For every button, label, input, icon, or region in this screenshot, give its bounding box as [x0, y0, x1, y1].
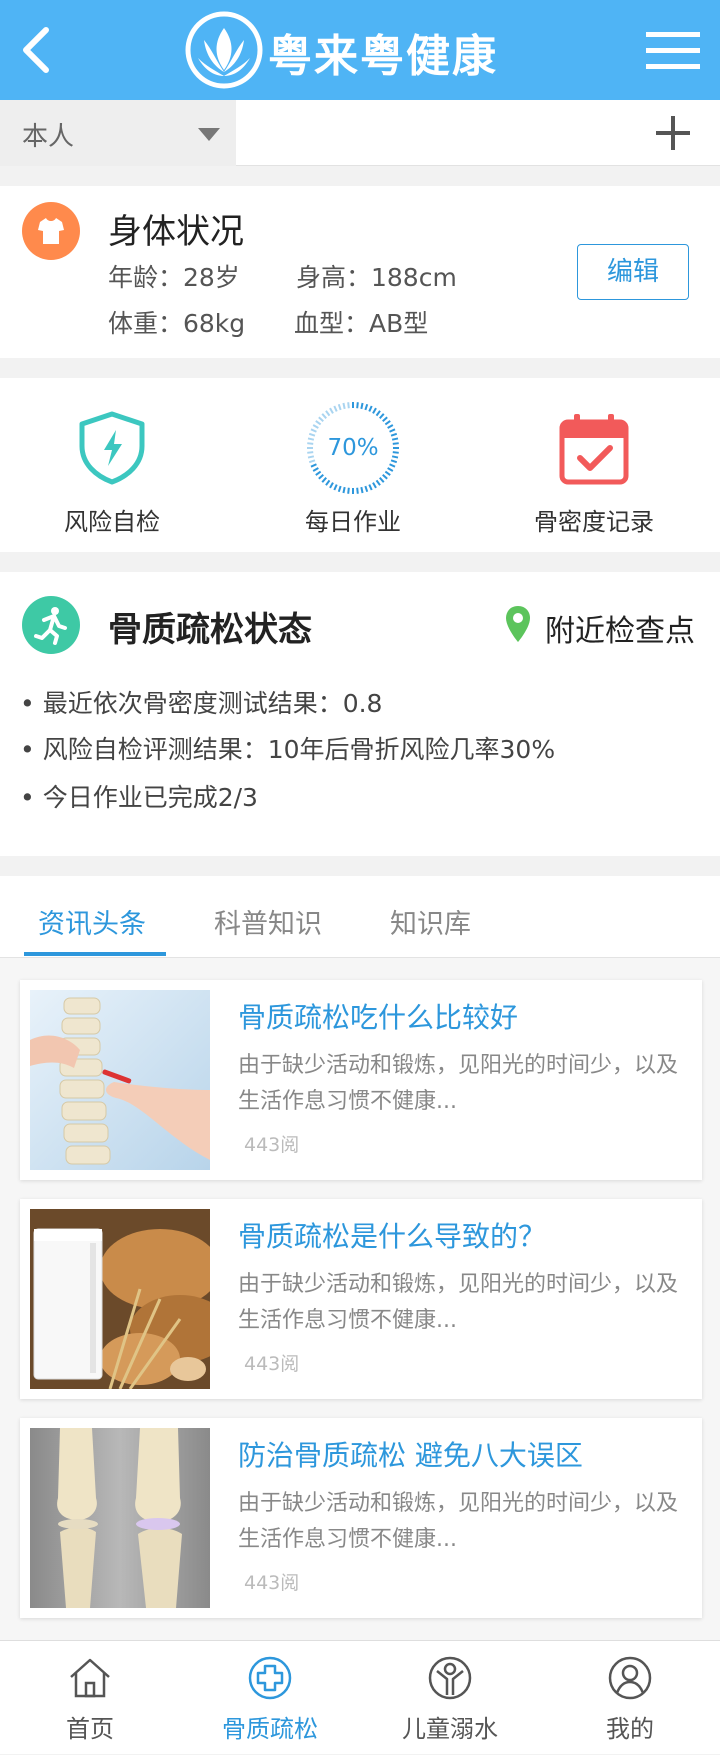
osteo-status-icon: [22, 596, 80, 654]
article-thumbnail-spine: [30, 990, 210, 1170]
article-description: 由于缺少活动和锻炼，见阳光的时间少，以及生活作息习惯不健康...: [238, 1053, 679, 1114]
tab-science-knowledge[interactable]: 科普知识: [214, 902, 322, 941]
risk-self-check-button[interactable]: 风险自检: [32, 408, 192, 537]
nav-profile[interactable]: 我的: [540, 1641, 720, 1755]
active-tab-indicator: [24, 952, 166, 956]
bottom-navigation: 首页 骨质疏松 儿童溺水 我的: [0, 1640, 720, 1754]
edit-button[interactable]: 编辑: [577, 244, 689, 300]
article-read-count: 443阅: [244, 1572, 300, 1594]
article-read-count: 443阅: [244, 1134, 300, 1156]
brand-logo-icon: [185, 11, 263, 89]
nav-home[interactable]: 首页: [0, 1641, 180, 1755]
nav-profile-label: 我的: [606, 1715, 654, 1743]
article-item[interactable]: 防治骨质疏松 避免八大误区 由于缺少活动和锻炼，见阳光的时间少，以及生活作息习惯…: [20, 1418, 702, 1618]
profile-dropdown-value: 本人: [22, 122, 75, 152]
nav-child-drowning[interactable]: 儿童溺水: [360, 1641, 540, 1755]
bone-density-record-label: 骨密度记录: [534, 508, 654, 536]
hamburger-menu-icon[interactable]: [646, 30, 700, 70]
osteoporosis-status-card: 骨质疏松状态 附近检查点 • 最近依次骨密度测试结果：0.8 • 风险自检评测结…: [0, 572, 720, 856]
dropdown-arrow-icon: [198, 128, 220, 141]
child-icon: [428, 1656, 472, 1700]
nav-child-drowning-label: 儿童溺水: [402, 1715, 498, 1743]
height-value: 身高：188cm: [296, 263, 457, 292]
shirt-icon: [38, 218, 64, 244]
profile-dropdown[interactable]: 本人: [0, 100, 236, 166]
user-icon: [608, 1656, 652, 1700]
nearby-checkpoint-link[interactable]: 附近检查点: [545, 606, 695, 650]
running-person-icon: [34, 607, 67, 645]
article-thumbnail-knee: [30, 1428, 210, 1608]
daily-homework-button[interactable]: 70% 每日作业: [273, 402, 433, 537]
daily-progress-value: 70%: [327, 435, 379, 461]
nav-osteoporosis-label: 骨质疏松: [222, 1715, 318, 1743]
back-arrow-icon[interactable]: [16, 22, 66, 78]
progress-ring: 70%: [303, 398, 403, 498]
article-item[interactable]: 骨质疏松吃什么比较好 由于缺少活动和锻炼，见阳光的时间少，以及生活作息习惯不健康…: [20, 980, 702, 1180]
nav-home-label: 首页: [66, 1715, 114, 1743]
features-card: 风险自检 70% 每日作业 骨密度记录: [0, 378, 720, 552]
article-description: 由于缺少活动和锻炼，见阳光的时间少，以及生活作息习惯不健康...: [238, 1491, 679, 1552]
body-status-card: 身体状况 年龄：28岁 身高：188cm 体重：68kg 血型：AB型 编辑: [0, 186, 720, 358]
article-thumbnail-milk: [30, 1209, 210, 1389]
news-tabs: 资讯头条 科普知识 知识库: [0, 876, 720, 958]
article-item[interactable]: 骨质疏松是什么导致的？ 由于缺少活动和锻炼，见阳光的时间少，以及生活作息习惯不健…: [20, 1199, 702, 1399]
calendar-check-icon: [559, 414, 629, 485]
article-title: 骨质疏松吃什么比较好: [238, 1001, 519, 1034]
location-pin-icon[interactable]: [504, 604, 532, 644]
app-header: 粤来粤健康: [0, 0, 720, 100]
tab-news-headlines[interactable]: 资讯头条: [38, 902, 146, 941]
body-status-icon: [22, 202, 80, 260]
shield-lightning-icon: [79, 411, 145, 485]
status-bullet: • 风险自检评测结果：10年后骨折风险几率30%: [20, 735, 556, 764]
age-value: 年龄：28岁: [108, 263, 240, 292]
article-title: 骨质疏松是什么导致的？: [238, 1220, 547, 1253]
article-list: 骨质疏松吃什么比较好 由于缺少活动和锻炼，见阳光的时间少，以及生活作息习惯不健康…: [0, 958, 720, 1640]
risk-self-check-label: 风险自检: [64, 508, 160, 536]
add-icon[interactable]: [654, 114, 692, 152]
status-bullet: • 最近依次骨密度测试结果：0.8: [20, 689, 383, 718]
profile-selector-bar: 本人: [0, 100, 720, 166]
weight-value: 体重：68kg: [108, 309, 246, 338]
article-title: 防治骨质疏松 避免八大误区: [238, 1439, 583, 1472]
osteo-status-title: 骨质疏松状态: [108, 610, 312, 650]
medical-cross-icon: [248, 1656, 292, 1700]
article-read-count: 443阅: [244, 1353, 300, 1375]
nav-osteoporosis[interactable]: 骨质疏松: [180, 1641, 360, 1755]
blood-type-value: 血型：AB型: [294, 309, 429, 338]
home-icon: [70, 1658, 110, 1698]
bone-density-record-button[interactable]: 骨密度记录: [514, 408, 674, 537]
tab-knowledge-base[interactable]: 知识库: [390, 902, 471, 941]
daily-homework-label: 每日作业: [305, 508, 401, 536]
brand-title: 粤来粤健康: [268, 31, 498, 82]
article-description: 由于缺少活动和锻炼，见阳光的时间少，以及生活作息习惯不健康...: [238, 1272, 679, 1333]
body-status-title: 身体状况: [108, 212, 244, 252]
status-bullet: • 今日作业已完成2/3: [20, 783, 258, 812]
